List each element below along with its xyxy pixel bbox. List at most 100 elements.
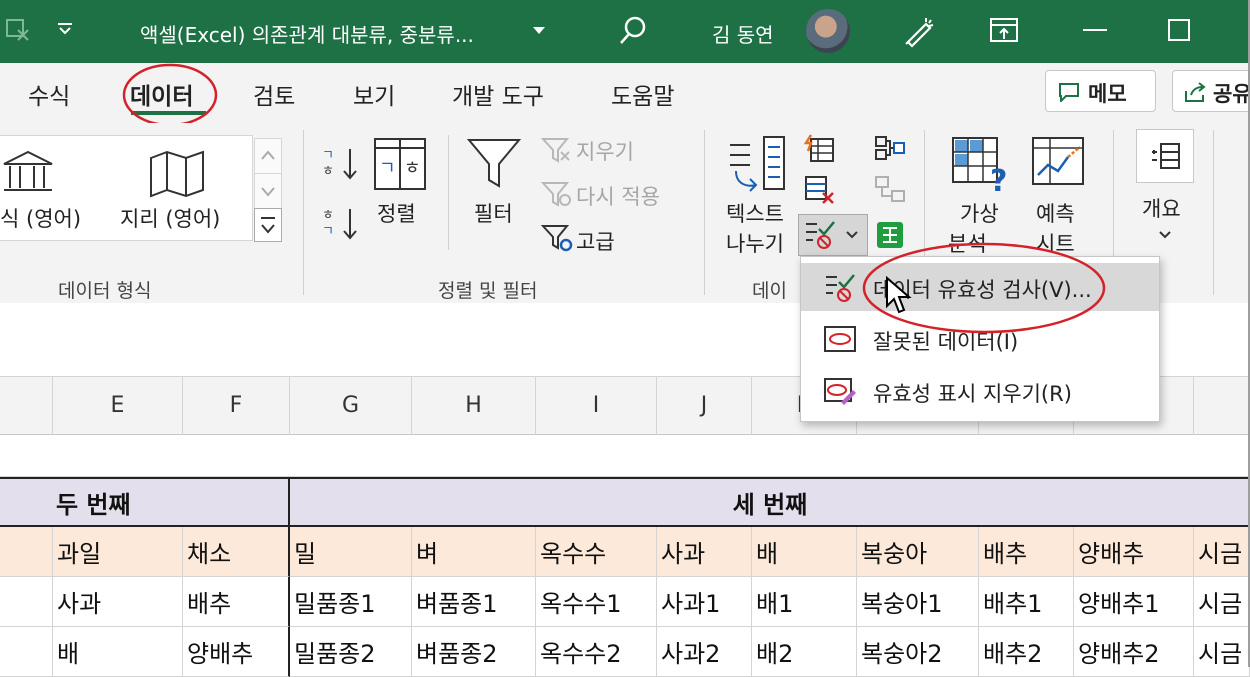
pen-icon[interactable] <box>900 14 936 50</box>
table-cell[interactable]: 벼품종2 <box>412 627 536 677</box>
chevron-down-icon[interactable] <box>1158 230 1172 240</box>
search-icon[interactable] <box>617 14 649 46</box>
group-header-third[interactable]: 세 번째 <box>290 477 1250 527</box>
column-header-h[interactable]: H <box>412 377 536 435</box>
ribbon-tab-row: 수식 데이터 검토 보기 개발 도구 도움말 메모 공유 <box>0 63 1250 127</box>
outline-button[interactable] <box>1136 129 1194 183</box>
text-to-columns-label-2[interactable]: 나누기 <box>726 228 784 258</box>
geography-icon[interactable] <box>148 150 206 198</box>
column-header-partial[interactable] <box>1194 377 1250 435</box>
sort-descending-icon[interactable]: ㅎ ㄱ <box>320 203 360 243</box>
flash-fill-icon[interactable] <box>803 133 835 163</box>
tab-highlight-circle <box>122 63 218 127</box>
gallery-scroll-up[interactable] <box>254 138 282 174</box>
outline-label[interactable]: 개요 <box>1142 193 1181 223</box>
text-to-columns-label-1[interactable]: 텍스트 <box>726 198 784 228</box>
autosave-icon[interactable] <box>4 14 34 44</box>
table-cell[interactable]: 밀품종2 <box>290 627 412 677</box>
svg-text:ㄱ: ㄱ <box>322 148 334 163</box>
data-type-stocks-label[interactable]: 식 (영어) <box>0 203 81 233</box>
table-cell[interactable]: 옥수수2 <box>536 627 657 677</box>
filter-label[interactable]: 필터 <box>474 198 513 228</box>
table-cell[interactable]: 복숭아1 <box>857 577 979 627</box>
forecast-label-1[interactable]: 예측 <box>1036 198 1075 228</box>
maximize-icon[interactable] <box>1168 19 1190 41</box>
header-cell[interactable]: 양배추 <box>1074 527 1194 577</box>
table-cell[interactable]: 복숭아2 <box>857 627 979 677</box>
tab-developer[interactable]: 개발 도구 <box>452 77 544 111</box>
table-cell[interactable]: 양배추2 <box>1074 627 1194 677</box>
column-header-f[interactable]: F <box>183 377 290 435</box>
table-cell[interactable]: 시금 <box>1194 577 1250 627</box>
table-cell[interactable]: 옥수수1 <box>536 577 657 627</box>
header-cell[interactable]: 시금 <box>1194 527 1250 577</box>
gallery-more[interactable] <box>254 208 282 242</box>
menu-item-clear-circles[interactable]: 유효성 표시 지우기(R) <box>801 367 1159 415</box>
gallery-scroll-down[interactable] <box>254 173 282 209</box>
forecast-sheet-icon[interactable] <box>1030 135 1092 195</box>
filter-icon[interactable] <box>466 136 522 192</box>
header-cell[interactable]: 채소 <box>183 527 290 577</box>
column-header-g[interactable]: G <box>290 377 412 435</box>
table-cell[interactable]: 배1 <box>752 577 857 627</box>
header-cell[interactable]: 배추 <box>979 527 1074 577</box>
memo-button[interactable]: 메모 <box>1045 70 1156 112</box>
share-button[interactable]: 공유 <box>1172 70 1250 112</box>
text-to-columns-icon[interactable] <box>726 135 788 195</box>
header-cell[interactable]: 복숭아 <box>857 527 979 577</box>
group-header-second[interactable]: 두 번째 <box>0 477 290 527</box>
minimize-icon[interactable] <box>1083 29 1107 33</box>
mouse-cursor-icon <box>886 276 912 314</box>
header-cell[interactable]: 사과 <box>657 527 752 577</box>
sort-label[interactable]: 정렬 <box>377 198 416 228</box>
title-chevron-down-icon[interactable] <box>532 26 546 36</box>
column-header-i[interactable]: I <box>536 377 657 435</box>
tab-view[interactable]: 보기 <box>353 77 395 111</box>
table-cell[interactable]: 시금 <box>1194 627 1250 677</box>
column-header-j[interactable]: J <box>657 377 752 435</box>
sort-icon[interactable]: ㄱ ㅎ <box>372 136 428 192</box>
header-cell[interactable]: 배 <box>752 527 857 577</box>
table-cell[interactable]: 사과 <box>53 577 183 627</box>
table-cell[interactable]: 밀품종1 <box>290 577 412 627</box>
table-cell[interactable]: 배추1 <box>979 577 1074 627</box>
column-header-e[interactable]: E <box>53 377 183 435</box>
group-separator <box>448 135 449 250</box>
tab-review[interactable]: 검토 <box>253 77 295 111</box>
column-header-partial[interactable] <box>0 377 53 435</box>
header-cell[interactable]: 과일 <box>53 527 183 577</box>
consolidate-icon[interactable] <box>873 133 907 163</box>
cell-partial[interactable] <box>0 577 53 627</box>
table-cell[interactable]: 양배추1 <box>1074 577 1194 627</box>
table-cell[interactable]: 배추 <box>183 577 290 627</box>
data-type-geography-label[interactable]: 지리 (영어) <box>120 203 220 233</box>
ribbon-display-icon[interactable] <box>989 17 1019 45</box>
avatar[interactable] <box>806 9 850 53</box>
remove-duplicates-icon[interactable] <box>803 175 835 205</box>
menu-item-label: 유효성 표시 지우기(R) <box>873 382 1072 406</box>
stocks-icon[interactable] <box>0 148 56 198</box>
header-cell[interactable]: 밀 <box>290 527 412 577</box>
advanced-label[interactable]: 고급 <box>576 226 615 256</box>
quick-access-dropdown-icon[interactable] <box>56 22 74 36</box>
table-cell[interactable]: 배2 <box>752 627 857 677</box>
table-cell[interactable]: 벼품종1 <box>412 577 536 627</box>
cell-partial[interactable] <box>0 527 53 577</box>
clear-filter-icon <box>541 138 570 163</box>
what-if-analysis-icon[interactable]: ? <box>950 135 1012 195</box>
sort-ascending-icon[interactable]: ㄱ ㅎ <box>320 143 360 183</box>
tab-formulas[interactable]: 수식 <box>28 77 70 111</box>
table-cell[interactable]: 배추2 <box>979 627 1074 677</box>
table-cell[interactable]: 사과2 <box>657 627 752 677</box>
table-cell[interactable]: 배 <box>53 627 183 677</box>
advanced-filter-icon[interactable] <box>541 223 575 253</box>
empty-row[interactable] <box>0 435 1250 477</box>
svg-text:ㄱ: ㄱ <box>379 158 396 179</box>
table-cell[interactable]: 사과1 <box>657 577 752 627</box>
header-cell[interactable]: 옥수수 <box>536 527 657 577</box>
header-cell[interactable]: 벼 <box>412 527 536 577</box>
what-if-label-1[interactable]: 가상 <box>960 198 999 228</box>
table-cell[interactable]: 양배추 <box>183 627 290 677</box>
cell-partial[interactable] <box>0 627 53 677</box>
tab-help[interactable]: 도움말 <box>611 77 674 111</box>
